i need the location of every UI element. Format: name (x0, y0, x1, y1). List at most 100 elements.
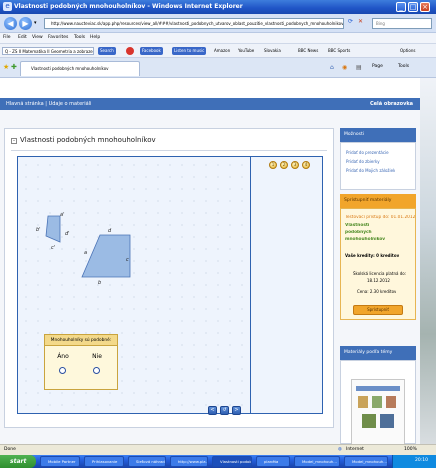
start-button[interactable]: start (0, 455, 36, 468)
grid-dot (85, 320, 87, 322)
add-to-bookmarks-link[interactable]: Pridať do Mojich záložiek (346, 168, 395, 173)
toolbar-search-field[interactable]: Q - ZS II Matematika II Geometria a zobr… (2, 47, 94, 55)
menu-favorites[interactable]: Favorites (48, 35, 68, 40)
forward-arrow-icon[interactable]: ▶ (19, 17, 32, 30)
task-prihlasovanie[interactable]: Prihlasovanie (84, 456, 124, 467)
step-2-icon[interactable]: 2 (280, 161, 288, 169)
toolbar-options[interactable]: Options (398, 47, 417, 55)
grid-dot (61, 260, 63, 262)
maximize-button[interactable]: □ (408, 2, 418, 12)
grid-dot (217, 344, 219, 346)
grid-dot (97, 212, 99, 214)
grid-dot (121, 320, 123, 322)
step-1-icon[interactable]: 1 (269, 161, 277, 169)
grid-dot (217, 200, 219, 202)
toolbar-search-button[interactable]: Search (98, 47, 116, 55)
reset-icon[interactable]: ↺ (220, 406, 229, 415)
grid-dot (217, 224, 219, 226)
url-input[interactable]: http://www.naucteviac.sk/app.php/resourc… (44, 18, 344, 29)
next-icon[interactable]: > (232, 406, 241, 415)
bbc-news-link[interactable]: BBC News (296, 47, 320, 55)
task-sietova-nahrada[interactable]: Sieťová náhrada (128, 456, 166, 467)
add-to-collection-link[interactable]: Pridať do zbierky (346, 159, 380, 164)
music-link[interactable]: Listen to music (172, 47, 207, 55)
grid-dot (157, 212, 159, 214)
grid-dot (25, 296, 27, 298)
home-icon[interactable]: ⌂ (330, 64, 334, 71)
task-vlastnosti[interactable]: Vlastnosti podob... (212, 456, 252, 467)
task-model-1[interactable]: Model_mnohouh... (294, 456, 340, 467)
task-model-2[interactable]: Model_mnohouh... (344, 456, 388, 467)
grid-dot (229, 392, 231, 394)
youtube-link[interactable]: YouTube (236, 47, 256, 55)
step-3-icon[interactable]: 3 (291, 161, 299, 169)
rss-icon[interactable]: ◉ (342, 64, 347, 71)
add-favorite-icon[interactable]: ✚ (11, 63, 17, 71)
menu-edit[interactable]: Edit (18, 35, 27, 40)
grid-dot (73, 188, 75, 190)
bbc-sports-link[interactable]: BBC Sports (326, 47, 352, 55)
task-browser[interactable]: http://www.pla... (170, 456, 208, 467)
school-license-link[interactable]: Školská licencia platná do: (353, 271, 406, 276)
grid-dot (217, 248, 219, 250)
label-large-b: b (98, 280, 102, 286)
slovakia-link[interactable]: Slovakia (262, 47, 283, 55)
previous-icon[interactable]: < (208, 406, 217, 415)
facebook-link[interactable]: Facebook (140, 47, 163, 55)
grid-dot (37, 296, 39, 298)
grid-dot (145, 392, 147, 394)
grid-dot (241, 368, 243, 370)
stop-icon[interactable]: ✕ (358, 18, 363, 25)
options-header: Možnosti (340, 128, 416, 142)
grid-dot (25, 332, 27, 334)
collapse-icon[interactable]: – (11, 138, 17, 144)
refresh-icon[interactable]: ⟳ (348, 18, 353, 25)
clock[interactable]: 20:10 (415, 458, 428, 463)
history-dropdown-icon[interactable]: ▾ (34, 20, 37, 26)
search-input[interactable]: Bing (372, 18, 432, 29)
large-quadrilateral (81, 234, 131, 278)
grid-dot (61, 188, 63, 190)
grid-dot (205, 344, 207, 346)
grid-dot (49, 308, 51, 310)
grid-dot (121, 188, 123, 190)
print-icon[interactable]: ▤ (356, 64, 362, 71)
tab-vlastnosti[interactable]: Vlastnosti podobných mnohouholníkov (20, 61, 140, 76)
page-menu[interactable]: Page (372, 64, 383, 69)
grid-dot (205, 188, 207, 190)
radio-ano[interactable] (59, 367, 66, 374)
grid-dot (25, 272, 27, 274)
menu-file[interactable]: File (3, 35, 11, 40)
menu-help[interactable]: Help (90, 35, 100, 40)
back-arrow-icon[interactable]: ◀ (4, 17, 17, 30)
grid-dot (169, 368, 171, 370)
applet-control-panel: 1 2 3 4 (251, 156, 323, 414)
task-planeta[interactable]: planéta (256, 456, 290, 467)
grid-dot (145, 272, 147, 274)
record-icon[interactable] (126, 47, 134, 55)
grid-dot (205, 356, 207, 358)
task-mobile-partner[interactable]: Mobile Partner (40, 456, 80, 467)
grid-dot (49, 320, 51, 322)
add-to-presentation-link[interactable]: Pridať do prezentácie (346, 150, 389, 155)
breadcrumb[interactable]: Hlavná stránka | Údaje o materiáli (6, 101, 91, 107)
grid-dot (145, 200, 147, 202)
unlock-button[interactable]: Sprístupniť (353, 305, 403, 315)
close-button[interactable]: × (420, 2, 430, 12)
grid-dot (121, 356, 123, 358)
tools-menu[interactable]: Tools (398, 64, 409, 69)
zoom-level[interactable]: 100% (404, 447, 417, 452)
grid-dot (37, 164, 39, 166)
grid-dot (49, 260, 51, 262)
step-4-icon[interactable]: 4 (302, 161, 310, 169)
menu-view[interactable]: View (32, 35, 43, 40)
radio-nie[interactable] (93, 367, 100, 374)
menu-tools[interactable]: Tools (74, 35, 85, 40)
minimize-button[interactable]: _ (396, 2, 406, 12)
fullscreen-link[interactable]: Celá obrazovka (370, 101, 413, 107)
amazon-link[interactable]: Amazon (212, 47, 232, 55)
address-bar: ◀ ▶ ▾ http://www.naucteviac.sk/app.php/r… (0, 14, 436, 33)
favorites-star-icon[interactable]: ★ (3, 63, 9, 71)
grid-dot (217, 212, 219, 214)
grid-dot (229, 344, 231, 346)
